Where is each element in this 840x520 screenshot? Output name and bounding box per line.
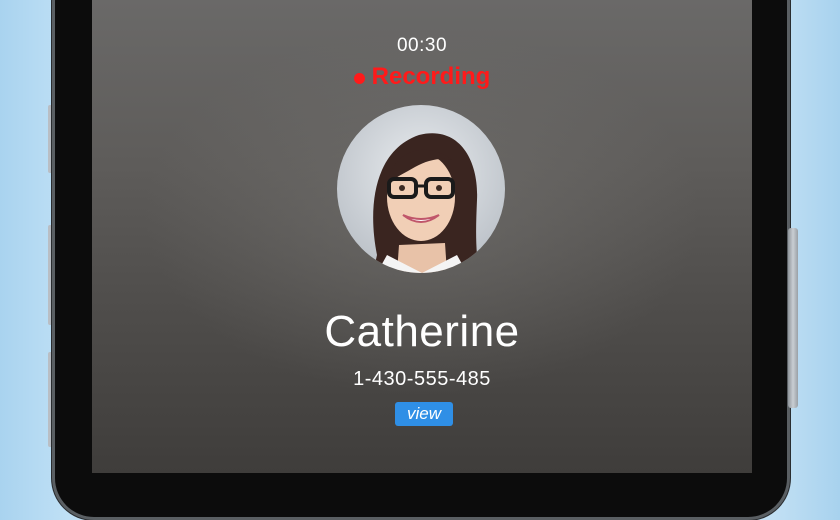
recording-dot-icon bbox=[353, 73, 365, 84]
contact-name: Catherine bbox=[324, 307, 520, 356]
phone-side-button-right bbox=[788, 228, 798, 408]
call-timer: 00:30 bbox=[396, 35, 448, 56]
recording-label: Recording bbox=[371, 63, 491, 90]
recording-indicator: Recording bbox=[92, 63, 752, 91]
call-screen: 00:30 Recording Catherine 1-430-555-485 … bbox=[92, 0, 752, 473]
contact-phone-number: 1-430-555-485 bbox=[353, 368, 491, 390]
view-contact-button[interactable]: view bbox=[395, 402, 453, 426]
avatar bbox=[337, 105, 505, 273]
contact-photo-icon bbox=[337, 105, 505, 273]
